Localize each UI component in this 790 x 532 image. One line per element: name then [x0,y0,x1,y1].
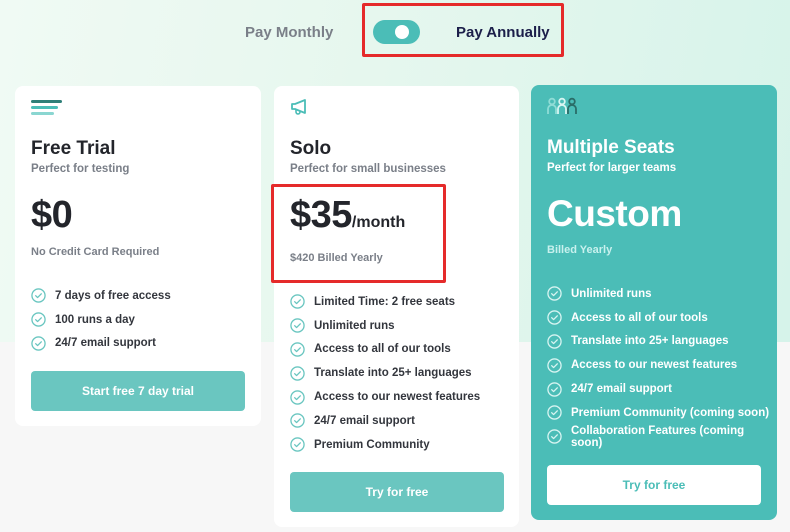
check-circle-icon [547,310,562,325]
try-for-free-button-multiple-seats[interactable]: Try for free [547,465,761,505]
feature-text: Translate into 25+ languages [571,335,729,348]
feature-item: 24/7 email support [31,332,171,356]
feature-item: Translate into 25+ languages [290,361,480,385]
feature-item: Access to our newest features [290,385,480,409]
check-circle-icon [31,336,46,351]
feature-item: Unlimited runs [547,282,777,306]
feature-text: Limited Time: 2 free seats [314,295,456,308]
check-circle-icon [290,389,305,405]
pay-annually-label[interactable]: Pay Annually [456,24,550,41]
check-circle-icon [290,413,305,429]
feature-text: Translate into 25+ languages [314,367,472,380]
plan-price: $35/month [290,194,405,237]
plan-name: Solo [290,138,332,159]
feature-text: 24/7 email support [314,414,415,427]
feature-text: Access to our newest features [571,359,738,372]
megaphone-icon [290,98,310,121]
plan-card-solo: Solo Perfect for small businesses $35/mo… [274,86,519,527]
feature-item: Premium Community [290,433,480,457]
check-circle-icon [290,318,305,333]
lines-icon [31,98,63,121]
feature-item: Collaboration Features (coming soon) [547,425,777,449]
feature-item: 24/7 email support [290,409,480,433]
feature-item: Access to all of our tools [547,306,777,330]
plan-card-multiple-seats: Multiple Seats Perfect for larger teams … [531,85,777,520]
feature-text: Access to our newest features [314,391,481,404]
feature-text: Collaboration Features (coming soon) [571,424,745,449]
feature-item: Limited Time: 2 free seats [290,290,480,314]
plan-name: Multiple Seats [547,137,675,158]
check-circle-icon [547,286,562,302]
check-circle-icon [547,334,562,349]
plan-card-free-trial: Free Trial Perfect for testing $0 No Cre… [15,86,261,426]
feature-text: 24/7 email support [571,383,672,396]
users-icon [547,97,579,120]
check-circle-icon [290,294,305,310]
feature-list: Limited Time: 2 free seats Unlimited run… [290,290,480,457]
billing-toggle-bar: Pay Monthly Pay Annually [0,0,790,70]
feature-text: 7 days of free access [55,289,171,302]
check-circle-icon [547,405,562,421]
price-note: No Credit Card Required [31,246,160,258]
check-circle-icon [547,381,562,397]
price-amount: $0 [31,194,73,236]
pay-monthly-label[interactable]: Pay Monthly [245,24,333,41]
billing-period-toggle[interactable] [373,20,420,44]
feature-item: 24/7 email support [547,377,777,401]
check-circle-icon [290,366,305,381]
price-amount: $35 [290,194,352,236]
check-circle-icon [290,342,305,357]
feature-item: Access to all of our tools [290,338,480,362]
feature-item: Unlimited runs [290,314,480,338]
plan-subtitle: Perfect for testing [31,163,130,175]
feature-list: 7 days of free access 100 runs a day 24/… [31,284,171,355]
price-period: /month [351,214,406,231]
feature-text: Access to all of our tools [571,311,708,324]
feature-text: Premium Community (coming soon) [571,406,770,419]
check-circle-icon [547,429,562,444]
plan-subtitle: Perfect for larger teams [547,162,677,174]
plan-price: Custom [547,193,682,235]
check-circle-icon [290,437,305,452]
plan-price: $0 [31,194,73,237]
try-for-free-button-solo[interactable]: Try for free [290,472,504,512]
price-amount: Custom [547,193,682,234]
check-circle-icon [31,288,46,304]
feature-item: Premium Community (coming soon) [547,401,777,425]
check-circle-icon [547,358,562,373]
price-note: $420 Billed Yearly [290,252,383,264]
feature-list: Unlimited runs Access to all of our tool… [547,282,777,449]
toggle-knob [395,25,409,39]
check-circle-icon [31,312,46,327]
plan-subtitle: Perfect for small businesses [290,163,446,175]
feature-text: Unlimited runs [571,287,652,300]
feature-text: 24/7 email support [55,337,156,350]
feature-item: 7 days of free access [31,284,171,308]
price-note: Billed Yearly [547,244,613,256]
start-free-trial-button[interactable]: Start free 7 day trial [31,371,245,411]
feature-text: Access to all of our tools [314,343,451,356]
feature-text: 100 runs a day [55,313,135,326]
feature-item: 100 runs a day [31,308,171,332]
plan-name: Free Trial [31,138,116,159]
feature-text: Premium Community [314,438,430,451]
feature-text: Unlimited runs [314,319,395,332]
feature-item: Access to our newest features [547,353,777,377]
feature-item: Translate into 25+ languages [547,330,777,354]
